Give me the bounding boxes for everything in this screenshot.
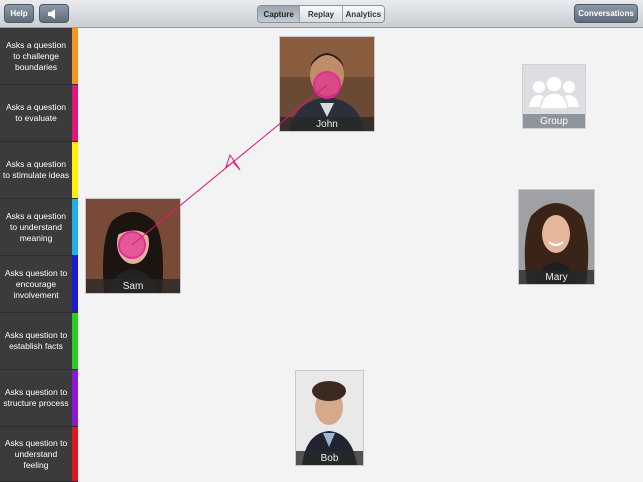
participant-mary[interactable]: Mary bbox=[519, 190, 594, 284]
john-interaction-marker bbox=[313, 71, 341, 99]
group-icon bbox=[529, 75, 579, 110]
participant-name: John bbox=[280, 117, 374, 131]
category-label: Asks question to understand feeling bbox=[4, 437, 68, 470]
category-label: Asks a question to challenge boundaries bbox=[5, 39, 66, 72]
category-evaluate[interactable]: Asks a question to evaluate bbox=[0, 85, 78, 142]
category-label: Asks a question to stimulate ideas bbox=[2, 159, 70, 180]
category-label: Asks question to encourage involvement bbox=[4, 267, 68, 300]
category-understand-meaning[interactable]: Asks a question to understand meaning bbox=[0, 199, 78, 256]
tab-capture[interactable]: Capture bbox=[258, 6, 300, 22]
category-label: Asks question to structure process bbox=[3, 387, 69, 408]
category-label: Asks a question to understand meaning bbox=[5, 210, 66, 243]
participant-name: Mary bbox=[519, 270, 594, 284]
category-establish-facts[interactable]: Asks question to establish facts bbox=[0, 313, 78, 370]
category-structure-process[interactable]: Asks question to structure process bbox=[0, 370, 78, 427]
category-label: Asks question to establish facts bbox=[4, 330, 68, 351]
category-encourage-involvement[interactable]: Asks question to encourage involvement bbox=[0, 256, 78, 313]
toolbar: Help Capture Replay Analytics Conversati… bbox=[0, 0, 643, 28]
tab-replay[interactable]: Replay bbox=[299, 6, 342, 22]
participant-bob[interactable]: Bob bbox=[296, 371, 363, 465]
category-challenge-boundaries[interactable]: Asks a question to challenge boundaries bbox=[0, 28, 78, 85]
tab-analytics[interactable]: Analytics bbox=[341, 6, 384, 22]
participant-group[interactable]: Group bbox=[523, 65, 585, 128]
category-understand-feeling[interactable]: Asks question to understand feeling bbox=[0, 427, 78, 482]
conversations-button[interactable]: Conversations bbox=[574, 4, 638, 23]
participant-name: Sam bbox=[86, 279, 180, 293]
mode-segmented-control: Capture Replay Analytics bbox=[257, 5, 385, 23]
group-name: Group bbox=[523, 114, 585, 128]
help-button[interactable]: Help bbox=[4, 4, 34, 23]
question-category-sidebar: Asks a question to challenge boundaries … bbox=[0, 28, 78, 482]
sound-toggle-button[interactable] bbox=[39, 4, 69, 23]
speaker-icon bbox=[48, 8, 55, 19]
participant-name: Bob bbox=[296, 451, 363, 465]
category-label: Asks a question to evaluate bbox=[5, 102, 66, 123]
sam-interaction-marker bbox=[118, 231, 146, 259]
category-stimulate-ideas[interactable]: Asks a question to stimulate ideas bbox=[0, 142, 78, 199]
